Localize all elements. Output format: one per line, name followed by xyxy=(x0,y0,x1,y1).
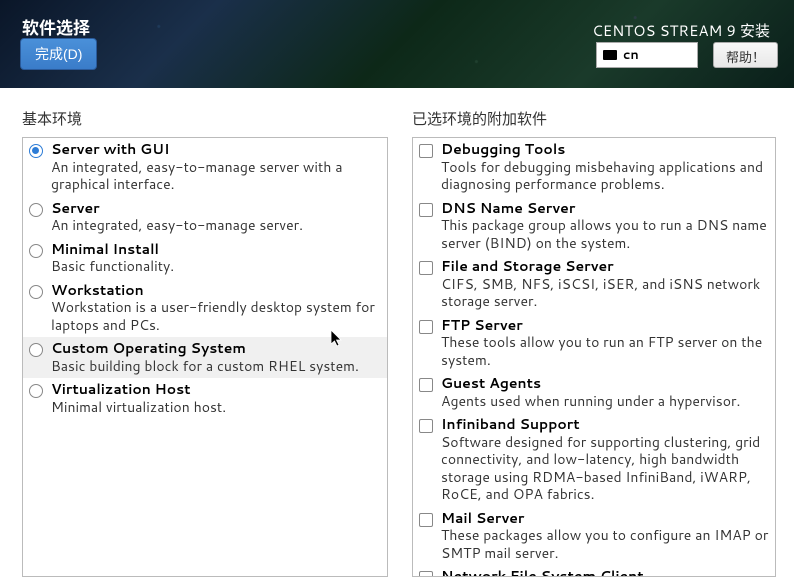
radio-button[interactable] xyxy=(29,343,43,357)
radio-button[interactable] xyxy=(29,384,43,398)
option-title: Virtualization Host xyxy=(51,381,383,399)
option-title: Custom Operating System xyxy=(51,340,383,358)
option-desc: Workstation is a user-friendly desktop s… xyxy=(51,299,383,334)
addon-option[interactable]: File and Storage ServerCIFS, SMB, NFS, i… xyxy=(413,255,775,314)
base-environment-column: 基本环境 Server with GUIAn integrated, easy-… xyxy=(22,108,388,577)
option-title: Debugging Tools xyxy=(441,141,771,159)
checkbox[interactable] xyxy=(419,203,433,217)
addon-option[interactable]: Debugging ToolsTools for debugging misbe… xyxy=(413,138,775,197)
environment-option[interactable]: Minimal InstallBasic functionality. xyxy=(23,238,387,279)
option-text: Minimal InstallBasic functionality. xyxy=(51,241,383,276)
option-text: Guest AgentsAgents used when running und… xyxy=(441,375,771,410)
option-desc: An integrated, easy-to-manage server wit… xyxy=(51,159,383,194)
radio-button[interactable] xyxy=(29,144,43,158)
option-text: Mail ServerThese packages allow you to c… xyxy=(441,510,771,563)
option-text: Infiniband SupportSoftware designed for … xyxy=(441,416,771,504)
radio-button[interactable] xyxy=(29,244,43,258)
checkbox[interactable] xyxy=(419,513,433,527)
addon-option[interactable]: Mail ServerThese packages allow you to c… xyxy=(413,507,775,566)
addon-option[interactable]: Network File System Client xyxy=(413,565,775,577)
addon-option[interactable]: Infiniband SupportSoftware designed for … xyxy=(413,413,775,507)
option-title: Guest Agents xyxy=(441,375,771,393)
option-desc: These packages allow you to configure an… xyxy=(441,527,771,562)
addons-panel[interactable]: Debugging ToolsTools for debugging misbe… xyxy=(412,137,776,577)
checkbox[interactable] xyxy=(419,144,433,158)
option-desc: Software designed for supporting cluster… xyxy=(441,434,771,504)
checkbox[interactable] xyxy=(419,261,433,275)
option-desc: Basic functionality. xyxy=(51,258,383,276)
keyboard-icon xyxy=(603,50,617,60)
addons-title: 已选环境的附加软件 xyxy=(412,108,776,129)
keyboard-layout-selector[interactable]: cn xyxy=(596,42,698,68)
option-text: Virtualization HostMinimal virtualizatio… xyxy=(51,381,383,416)
addon-option[interactable]: DNS Name ServerThis package group allows… xyxy=(413,197,775,256)
option-title: Infiniband Support xyxy=(441,416,771,434)
option-text: Custom Operating SystemBasic building bl… xyxy=(51,340,383,375)
option-text: Debugging ToolsTools for debugging misbe… xyxy=(441,141,771,194)
installer-label: CENTOS STREAM 9 安装 xyxy=(592,20,770,41)
help-button[interactable]: 帮助！ xyxy=(713,42,778,68)
option-text: Network File System Client xyxy=(441,568,771,577)
environment-option[interactable]: WorkstationWorkstation is a user-friendl… xyxy=(23,279,387,338)
option-desc: CIFS, SMB, NFS, iSCSI, iSER, and iSNS ne… xyxy=(441,276,771,311)
base-environment-panel[interactable]: Server with GUIAn integrated, easy-to-ma… xyxy=(22,137,388,577)
keyboard-layout-label: cn xyxy=(623,46,639,64)
checkbox[interactable] xyxy=(419,378,433,392)
radio-button[interactable] xyxy=(29,203,43,217)
option-title: File and Storage Server xyxy=(441,258,771,276)
option-text: FTP ServerThese tools allow you to run a… xyxy=(441,317,771,370)
environment-option[interactable]: Virtualization HostMinimal virtualizatio… xyxy=(23,378,387,419)
option-desc: Tools for debugging misbehaving applicat… xyxy=(441,159,771,194)
done-button[interactable]: 完成(D) xyxy=(20,38,97,70)
option-text: DNS Name ServerThis package group allows… xyxy=(441,200,771,253)
environment-option[interactable]: ServerAn integrated, easy-to-manage serv… xyxy=(23,197,387,238)
option-desc: Minimal virtualization host. xyxy=(51,399,383,417)
checkbox[interactable] xyxy=(419,571,433,577)
option-text: Server with GUIAn integrated, easy-to-ma… xyxy=(51,141,383,194)
environment-option[interactable]: Server with GUIAn integrated, easy-to-ma… xyxy=(23,138,387,197)
addon-option[interactable]: FTP ServerThese tools allow you to run a… xyxy=(413,314,775,373)
option-desc: These tools allow you to run an FTP serv… xyxy=(441,334,771,369)
option-text: WorkstationWorkstation is a user-friendl… xyxy=(51,282,383,335)
option-title: Server with GUI xyxy=(51,141,383,159)
content-area: 基本环境 Server with GUIAn integrated, easy-… xyxy=(0,88,794,577)
option-desc: This package group allows you to run a D… xyxy=(441,217,771,252)
option-text: File and Storage ServerCIFS, SMB, NFS, i… xyxy=(441,258,771,311)
option-desc: An integrated, easy-to-manage server. xyxy=(51,217,383,235)
page-title: 软件选择 xyxy=(22,14,90,40)
installer-header: 软件选择 完成(D) CENTOS STREAM 9 安装 cn 帮助！ xyxy=(0,0,794,88)
option-desc: Basic building block for a custom RHEL s… xyxy=(51,358,383,376)
radio-button[interactable] xyxy=(29,285,43,299)
environment-option[interactable]: Custom Operating SystemBasic building bl… xyxy=(23,337,387,378)
addons-column: 已选环境的附加软件 Debugging ToolsTools for debug… xyxy=(412,108,776,577)
checkbox[interactable] xyxy=(419,320,433,334)
base-environment-title: 基本环境 xyxy=(22,108,388,129)
option-text: ServerAn integrated, easy-to-manage serv… xyxy=(51,200,383,235)
option-desc: Agents used when running under a hypervi… xyxy=(441,393,771,411)
option-title: Network File System Client xyxy=(441,568,771,577)
addon-option[interactable]: Guest AgentsAgents used when running und… xyxy=(413,372,775,413)
checkbox[interactable] xyxy=(419,419,433,433)
